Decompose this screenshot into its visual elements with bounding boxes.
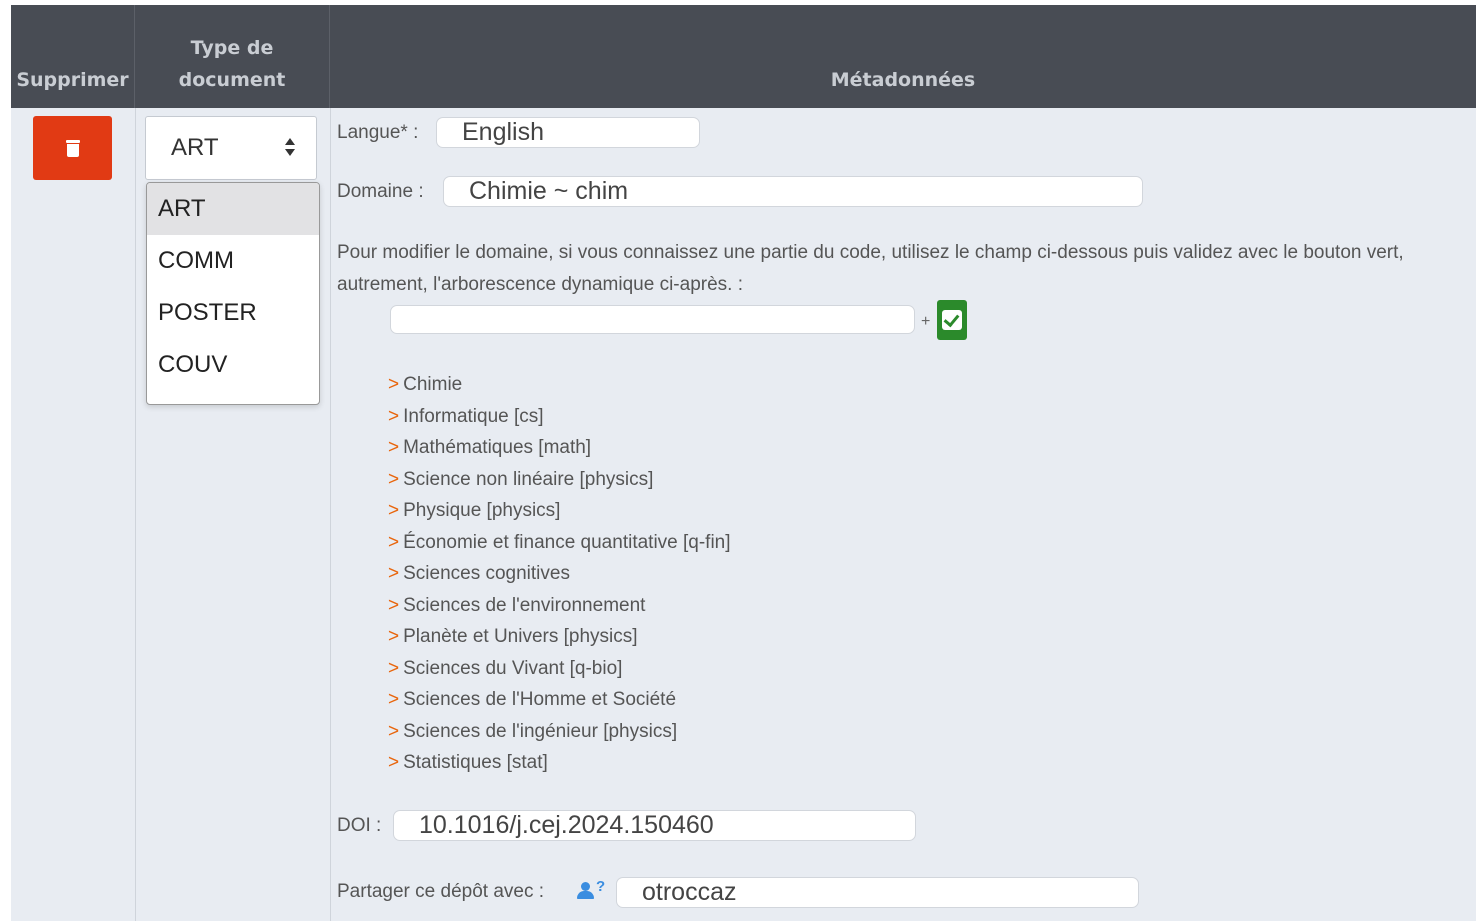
document-type-option-comm[interactable]: COMM <box>147 235 319 287</box>
plus-sign: + <box>921 313 931 330</box>
domain-code-input[interactable] <box>390 305 915 334</box>
domain-tree: > Chimie > Informatique [cs] > Mathématique… <box>388 369 731 779</box>
tree-item-informatique[interactable]: > Informatique [cs] <box>388 401 731 433</box>
table-header: Supprimer Type de document Métadonnées <box>11 5 1476 108</box>
tree-item-chimie[interactable]: > Chimie <box>388 369 731 401</box>
user-question-icon[interactable]: ? <box>577 878 605 900</box>
language-value: English <box>462 118 544 146</box>
document-type-dropdown: ART COMM POSTER COUV <box>146 182 320 405</box>
delete-button[interactable] <box>33 116 112 180</box>
deposit-table: Supprimer Type de document Métadonnées AR… <box>11 5 1476 921</box>
tree-item-homme-societe[interactable]: > Sciences de l'Homme et Société <box>388 684 731 716</box>
tree-item-sciences-cognitives[interactable]: > Sciences cognitives <box>388 558 731 590</box>
check-icon <box>942 310 962 330</box>
header-delete: Supprimer <box>11 5 135 108</box>
header-document-type: Type de document <box>135 5 330 108</box>
domain-label: Domaine : <box>337 181 424 202</box>
doi-label: DOI : <box>337 815 382 836</box>
doi-value: 10.1016/j.cej.2024.150460 <box>419 811 714 839</box>
tree-item-statistiques[interactable]: > Statistiques [stat] <box>388 747 731 779</box>
share-field[interactable]: otroccaz <box>616 877 1139 908</box>
tree-item-economie[interactable]: > Économie et finance quantitative [q-fin… <box>388 527 731 559</box>
document-type-option-poster[interactable]: POSTER <box>147 287 319 339</box>
delete-column <box>11 108 136 921</box>
document-type-option-couv[interactable]: COUV <box>147 339 319 391</box>
tree-item-physique[interactable]: > Physique [physics] <box>388 495 731 527</box>
share-value: otroccaz <box>642 878 737 906</box>
tree-item-vivant[interactable]: > Sciences du Vivant [q-bio] <box>388 653 731 685</box>
share-label: Partager ce dépôt avec : <box>337 881 545 902</box>
doi-field[interactable]: 10.1016/j.cej.2024.150460 <box>393 810 916 841</box>
tree-item-planete-univers[interactable]: > Planète et Univers [physics] <box>388 621 731 653</box>
tree-item-ingenieur[interactable]: > Sciences de l'ingénieur [physics] <box>388 716 731 748</box>
validate-domain-button[interactable] <box>937 300 967 340</box>
document-type-selected: ART <box>171 134 219 161</box>
document-type-option-art[interactable]: ART <box>147 183 319 235</box>
language-field[interactable]: English <box>436 117 700 148</box>
domain-field[interactable]: Chimie ~ chim <box>443 176 1143 207</box>
tree-item-mathematiques[interactable]: > Mathématiques [math] <box>388 432 731 464</box>
language-label: Langue* : <box>337 122 419 143</box>
tree-item-science-non-lineaire[interactable]: > Science non linéaire [physics] <box>388 464 731 496</box>
tree-item-environnement[interactable]: > Sciences de l'environnement <box>388 590 731 622</box>
trash-icon <box>65 140 80 157</box>
domain-help-text: Pour modifier le domaine, si vous connai… <box>337 242 1404 295</box>
sort-arrows-icon <box>284 138 296 158</box>
domain-value: Chimie ~ chim <box>469 177 629 205</box>
document-type-select[interactable]: ART <box>145 116 317 180</box>
header-metadata: Métadonnées <box>830 69 976 91</box>
